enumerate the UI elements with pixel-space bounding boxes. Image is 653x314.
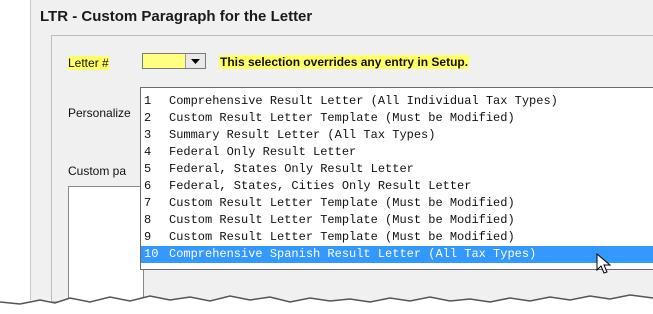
option-number: 3 [144,128,152,142]
chevron-down-icon [191,58,200,64]
option-label: Federal, States Only Result Letter [169,162,414,176]
dropdown-option[interactable]: 5 Federal, States Only Result Letter [141,161,653,178]
option-label: Custom Result Letter Template (Must be M… [169,111,515,125]
dropdown-options: 1 Comprehensive Result Letter (All Indivi… [141,93,653,263]
dropdown-option[interactable]: 4 Federal Only Result Letter [141,144,653,161]
option-number: 5 [144,162,152,176]
dropdown-option[interactable]: 6 Federal, States, Cities Only Result Let… [141,178,653,195]
custom-paragraph-label: Custom pa [68,164,127,178]
dropdown-option[interactable]: 10 Comprehensive Spanish Result Letter (A… [141,246,653,263]
option-label: Comprehensive Result Letter (All Individ… [169,94,558,108]
option-label: Federal Only Result Letter [169,145,357,159]
option-number: 1 [144,94,152,108]
torn-edge-decoration [0,294,653,314]
dropdown-option[interactable]: 2 Custom Result Letter Template (Must be … [141,110,653,127]
letter-number-combobox[interactable] [142,53,206,69]
option-number: 8 [144,213,152,227]
option-number: 9 [144,230,152,244]
option-number: 7 [144,196,152,210]
option-number: 6 [144,179,152,193]
option-label: Comprehensive Spanish Result Letter (All… [169,247,537,261]
override-note: This selection overrides any entry in Se… [219,55,470,69]
letter-dropdown-list[interactable]: 1 Comprehensive Result Letter (All Indivi… [140,87,653,270]
combo-dropdown-button[interactable] [185,54,205,68]
dropdown-option[interactable]: 7 Custom Result Letter Template (Must be … [141,195,653,212]
option-label: Custom Result Letter Template (Must be M… [169,213,515,227]
option-number: 10 [144,247,159,261]
dropdown-option[interactable]: 8 Custom Result Letter Template (Must be … [141,212,653,229]
option-label: Federal, States, Cities Only Result Lett… [169,179,472,193]
option-label: Custom Result Letter Template (Must be M… [169,196,515,210]
option-number: 2 [144,111,152,125]
option-label: Custom Result Letter Template (Must be M… [169,230,515,244]
dropdown-option[interactable]: 9 Custom Result Letter Template (Must be … [141,229,653,246]
personalize-label: Personalize [68,106,131,120]
option-label: Summary Result Letter (All Tax Types) [169,128,436,142]
dropdown-option[interactable]: 3 Summary Result Letter (All Tax Types) [141,127,653,144]
letter-number-label: Letter # [68,56,109,70]
dialog-title: LTR - Custom Paragraph for the Letter [40,8,313,25]
mouse-pointer-icon [596,253,612,274]
option-number: 4 [144,145,152,159]
dropdown-option[interactable]: 1 Comprehensive Result Letter (All Indivi… [141,93,653,110]
